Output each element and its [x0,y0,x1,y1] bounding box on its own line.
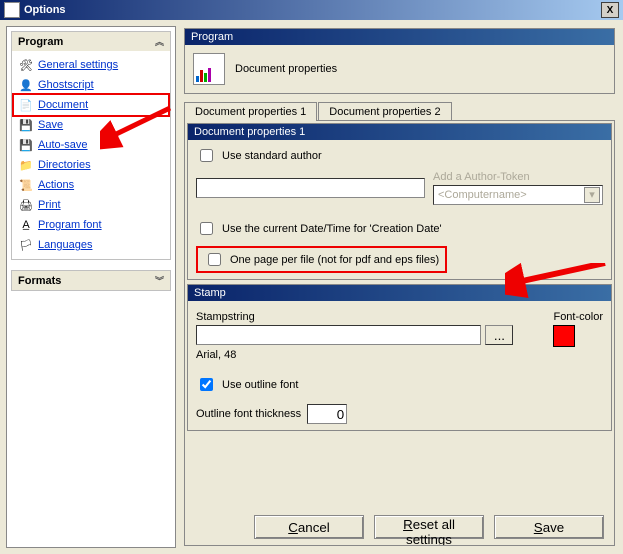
chevron-down-icon: ▾ [584,187,600,203]
ghost-icon: 👤 [18,77,34,93]
sidebar-item-ghostscript[interactable]: 👤Ghostscript [14,75,168,95]
floppy-icon: 💾 [18,117,34,133]
close-button[interactable]: X [601,2,619,18]
outline-thickness-label: Outline font thickness [196,408,301,420]
expand-icon: ︾ [155,274,164,287]
sidebar-item-save[interactable]: 💾Save [14,115,168,135]
floppy-icon: 💾 [18,137,34,153]
sidebar-program-title: Program [18,36,63,48]
folder-icon: 📁 [18,157,34,173]
sidebar-item-auto-save[interactable]: 💾Auto-save [14,135,168,155]
collapse-icon: ︽ [155,35,164,48]
sidebar-program-header[interactable]: Program ︽ [12,32,170,51]
printer-icon: 🖨 [18,197,34,213]
gear-icon: 🛠 [18,57,34,73]
flag-icon: 🏳 [18,237,34,253]
title-bar: Options X [0,0,623,20]
use-outline-font-checkbox[interactable]: Use outline font [196,375,298,394]
dialog-buttons: CCancelancel Reset all settingsReset all… [185,505,614,545]
stamp-font-desc: Arial, 48 [196,349,513,361]
font-color-label: Font-color [553,311,603,323]
stamp-section: Stamp Stampstring ... Arial, 48 Font [187,284,612,431]
cancel-button[interactable]: CCancelancel [254,515,364,539]
reset-button[interactable]: Reset all settingsReset all settings [374,515,484,539]
sidebar-item-general-settings[interactable]: 🛠General settings [14,55,168,75]
font-icon: A̲ [18,217,34,233]
tab-document-properties-2[interactable]: Document properties 2 [318,102,451,121]
document-properties-icon [193,53,225,85]
stampstring-input[interactable] [196,325,481,345]
script-icon: 📜 [18,177,34,193]
sidebar-formats-title: Formats [18,275,61,287]
stampstring-browse-button[interactable]: ... [485,325,513,345]
tab-document-properties-1[interactable]: Document properties 1 [184,102,317,121]
stamp-section-title: Stamp [188,285,611,301]
use-current-date-checkbox[interactable]: Use the current Date/Time for 'Creation … [196,219,442,238]
tab-strip: Document properties 1 Document propertie… [184,102,615,121]
author-token-dropdown[interactable]: <Computername> ▾ [433,185,603,205]
main-panel-body: Document properties 1 Use standard autho… [184,120,615,546]
document-properties-section: Document properties 1 Use standard autho… [187,123,612,280]
sidebar-item-print[interactable]: 🖨Print [14,195,168,215]
sidebar-item-languages[interactable]: 🏳Languages [14,235,168,255]
document-properties-section-title: Document properties 1 [188,124,611,140]
sidebar-item-document[interactable]: 📄Document [14,95,168,115]
header-desc: Document properties [235,63,337,75]
outline-thickness-input[interactable] [307,404,347,424]
stampstring-label: Stampstring [196,311,513,323]
sidebar-item-program-font[interactable]: A̲Program font [14,215,168,235]
font-color-swatch[interactable] [553,325,575,347]
author-input[interactable] [196,178,425,198]
document-icon: 📄 [18,97,34,113]
sidebar: Program ︽ 🛠General settings 👤Ghostscript… [6,26,176,548]
sidebar-formats-header[interactable]: Formats ︾ [12,271,170,290]
save-button[interactable]: SaveSave [494,515,604,539]
app-icon [4,2,20,18]
sidebar-item-directories[interactable]: 📁Directories [14,155,168,175]
program-header-group: Program Document properties [184,28,615,94]
main-panel: Program Document properties Document pro… [182,26,617,548]
window-title: Options [24,4,66,16]
sidebar-item-actions[interactable]: 📜Actions [14,175,168,195]
program-header-title: Program [185,29,614,45]
use-standard-author-checkbox[interactable]: Use standard author [196,146,322,165]
author-token-label: Add a Author-Token [433,171,603,183]
one-page-per-file-checkbox[interactable]: One page per file (not for pdf and eps f… [204,250,439,269]
